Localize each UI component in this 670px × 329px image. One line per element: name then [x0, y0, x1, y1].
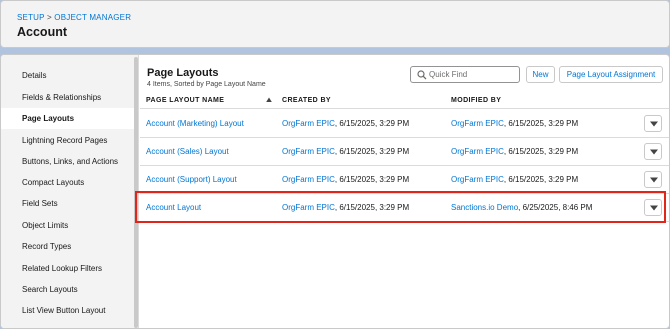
sidebar-scrollbar[interactable] [134, 57, 138, 328]
created-by-user-link[interactable]: OrgFarm EPIC [282, 147, 335, 156]
modified-date: , 6/25/2025, 8:46 PM [518, 203, 593, 212]
table-row: Account (Support) Layout OrgFarm EPIC, 6… [140, 166, 669, 194]
table-header: PAGE LAYOUT NAME CREATED BY MODIFIED BY [140, 94, 669, 109]
main-content: Page Layouts 4 Items, Sorted by Page Lay… [135, 55, 669, 328]
column-page-layout-name[interactable]: PAGE LAYOUT NAME [146, 97, 224, 104]
search-icon [417, 70, 427, 80]
modified-date: , 6/15/2025, 3:29 PM [503, 147, 579, 156]
row-actions-button[interactable] [644, 171, 662, 188]
sidebar-item-page-layouts[interactable]: Page Layouts [1, 108, 134, 129]
sidebar-item-record-types[interactable]: Record Types [1, 236, 134, 257]
section-subtitle: 4 Items, Sorted by Page Layout Name [147, 81, 266, 88]
sidebar-item-compact-layouts[interactable]: Compact Layouts [1, 172, 134, 193]
row-actions-button[interactable] [644, 143, 662, 160]
sidebar-item-buttons-links-actions[interactable]: Buttons, Links, and Actions [1, 151, 134, 172]
created-date: , 6/15/2025, 3:29 PM [334, 119, 410, 128]
modified-by-user-link[interactable]: OrgFarm EPIC [451, 147, 504, 156]
column-modified-by: MODIFIED BY [451, 97, 502, 104]
quick-find-input[interactable] [429, 68, 517, 81]
new-button[interactable]: New [526, 66, 555, 83]
sidebar-item-object-limits[interactable]: Object Limits [1, 215, 134, 236]
breadcrumb-separator: > [46, 13, 52, 22]
modified-date: , 6/15/2025, 3:29 PM [503, 175, 579, 184]
breadcrumb-object-manager[interactable]: OBJECT MANAGER [54, 13, 131, 22]
layout-name-link[interactable]: Account (Sales) Layout [146, 147, 229, 156]
sidebar-item-search-layouts[interactable]: Search Layouts [1, 279, 134, 300]
created-date: , 6/15/2025, 3:29 PM [334, 203, 410, 212]
created-date: , 6/15/2025, 3:29 PM [334, 175, 410, 184]
modified-by-user-link[interactable]: Sanctions.io Demo [451, 203, 518, 212]
chevron-down-icon [650, 205, 658, 211]
sidebar-item-details[interactable]: Details [1, 65, 134, 86]
sidebar: Details Fields & Relationships Page Layo… [1, 55, 139, 328]
created-date: , 6/15/2025, 3:29 PM [334, 147, 410, 156]
table-row: Account Layout OrgFarm EPIC, 6/15/2025, … [135, 191, 669, 223]
modified-date: , 6/15/2025, 3:29 PM [503, 119, 579, 128]
row-actions-button[interactable] [644, 115, 662, 132]
created-by-user-link[interactable]: OrgFarm EPIC [282, 119, 335, 128]
section-title: Page Layouts [147, 67, 219, 79]
sidebar-item-field-sets[interactable]: Field Sets [1, 193, 134, 214]
created-by-user-link[interactable]: OrgFarm EPIC [282, 175, 335, 184]
table-row: Account (Marketing) Layout OrgFarm EPIC,… [140, 110, 669, 138]
sidebar-item-related-lookup-filters[interactable]: Related Lookup Filters [1, 258, 134, 279]
page-layout-assignment-button[interactable]: Page Layout Assignment [559, 66, 663, 83]
quick-find-field[interactable] [410, 66, 520, 83]
chevron-down-icon [650, 177, 658, 183]
created-by-user-link[interactable]: OrgFarm EPIC [282, 203, 335, 212]
chevron-down-icon [650, 121, 658, 127]
sidebar-item-list-view-button-layout[interactable]: List View Button Layout [1, 300, 134, 321]
breadcrumb: SETUP > OBJECT MANAGER [17, 13, 653, 22]
layout-name-link[interactable]: Account (Support) Layout [146, 175, 237, 184]
modified-by-user-link[interactable]: OrgFarm EPIC [451, 175, 504, 184]
column-created-by: CREATED BY [282, 97, 331, 104]
page-title: Account [17, 25, 67, 39]
sidebar-item-lightning-record-pages[interactable]: Lightning Record Pages [1, 130, 134, 151]
page-header: SETUP > OBJECT MANAGER Account [0, 0, 670, 48]
row-actions-button[interactable] [644, 199, 662, 216]
layout-name-link[interactable]: Account (Marketing) Layout [146, 119, 244, 128]
chevron-down-icon [650, 149, 658, 155]
content-panel: Details Fields & Relationships Page Layo… [0, 54, 670, 329]
breadcrumb-setup[interactable]: SETUP [17, 13, 45, 22]
modified-by-user-link[interactable]: OrgFarm EPIC [451, 119, 504, 128]
sidebar-item-fields-relationships[interactable]: Fields & Relationships [1, 87, 134, 108]
sort-ascending-icon[interactable] [266, 97, 272, 103]
layout-name-link[interactable]: Account Layout [146, 203, 201, 212]
table-row: Account (Sales) Layout OrgFarm EPIC, 6/1… [140, 138, 669, 166]
